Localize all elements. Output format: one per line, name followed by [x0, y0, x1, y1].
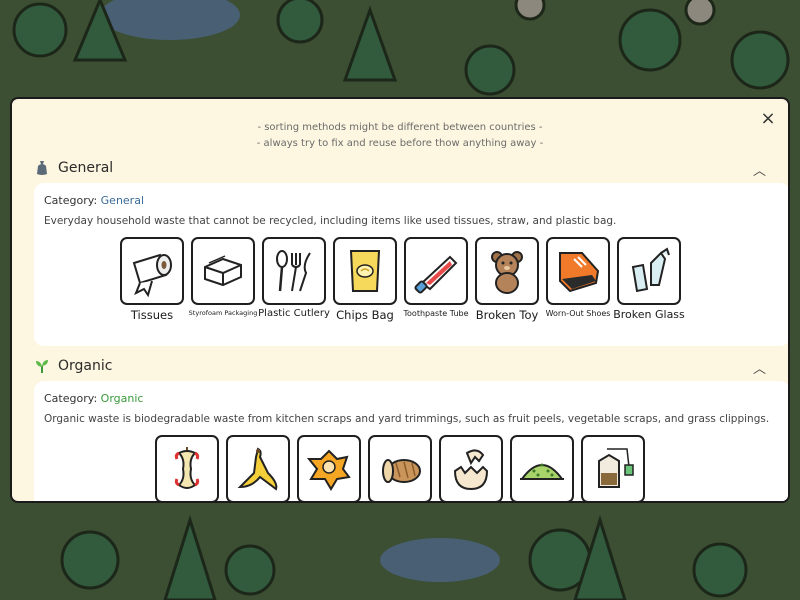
item-bread[interactable] — [368, 435, 432, 501]
item-worn-out-shoes[interactable]: Worn-Out Shoes — [546, 237, 610, 322]
organic-items — [155, 435, 645, 501]
item-plastic-cutlery[interactable]: Plastic Cutlery — [258, 237, 330, 322]
section-header-organic[interactable]: Organic ︿ — [34, 354, 776, 378]
note-line: - always try to fix and reuse before tho… — [256, 138, 544, 149]
item-label: Toothpaste Tube — [403, 309, 469, 318]
note-line: - sorting methods might be different bet… — [257, 122, 543, 133]
item-eggshell[interactable] — [439, 435, 503, 501]
orange-peel-icon — [306, 449, 351, 491]
item-tea-bag[interactable] — [581, 435, 645, 501]
bread-icon — [382, 459, 421, 483]
shoe-icon — [559, 252, 600, 293]
chips-bag-icon — [349, 250, 381, 292]
item-label: Tissues — [130, 308, 174, 322]
item-label: Broken Toy — [475, 308, 539, 322]
toothpaste-icon — [414, 255, 458, 294]
category-line: Category: Organic — [44, 391, 780, 407]
tissue-roll-icon — [132, 253, 172, 297]
sorting-notes: - sorting methods might be different bet… — [12, 120, 788, 152]
broken-glass-icon — [631, 247, 670, 293]
section-title: General — [58, 160, 114, 176]
item-grass-clippings[interactable] — [510, 435, 574, 501]
tea-bag-icon — [598, 448, 634, 488]
sorting-guide-modal: × - sorting methods might be different b… — [10, 97, 790, 503]
teddy-bear-icon — [491, 251, 523, 294]
banana-peel-icon — [237, 447, 278, 491]
item-toothpaste-tube[interactable]: Toothpaste Tube — [403, 237, 469, 322]
item-styrofoam-packaging[interactable]: Styrofoam Packaging — [188, 237, 258, 322]
cutlery-icon — [276, 250, 311, 292]
eggshell-icon — [453, 449, 489, 491]
category-value: Organic — [100, 392, 144, 405]
item-banana-peel[interactable] — [226, 435, 290, 501]
item-label: Broken Glass — [613, 308, 685, 321]
category-prefix: Category: — [44, 392, 98, 405]
item-label: Plastic Cutlery — [258, 308, 330, 319]
apple-core-icon — [174, 447, 200, 489]
item-chips-bag[interactable]: Chips Bag — [333, 237, 397, 322]
category-prefix: Category: — [44, 194, 98, 207]
section-header-general[interactable]: General ︿ — [34, 156, 776, 180]
chevron-up-icon[interactable]: ︿ — [753, 160, 766, 179]
general-items: Tissues Styrofoam Packaging Plastic Cutl… — [120, 237, 685, 322]
item-label: Styrofoam Packaging — [188, 309, 258, 317]
styrofoam-box-icon — [204, 255, 242, 287]
item-orange-peel[interactable] — [297, 435, 361, 501]
category-description: Organic waste is biodegradable waste fro… — [44, 413, 770, 425]
grass-clippings-icon — [520, 463, 564, 480]
item-apple-core[interactable] — [155, 435, 219, 501]
item-tissues[interactable]: Tissues — [120, 237, 184, 322]
category-description: Everyday household waste that cannot be … — [44, 215, 617, 227]
category-value: General — [100, 194, 145, 207]
section-title: Organic — [58, 358, 113, 374]
sprout-icon — [36, 360, 48, 373]
item-label: Chips Bag — [336, 308, 394, 322]
trash-bag-icon — [37, 161, 47, 175]
item-broken-toy[interactable]: Broken Toy — [475, 237, 539, 322]
item-label: Worn-Out Shoes — [545, 309, 611, 318]
category-line: Category: General — [44, 193, 780, 209]
chevron-up-icon[interactable]: ︿ — [753, 358, 766, 377]
item-broken-glass[interactable]: Broken Glass — [613, 237, 685, 322]
